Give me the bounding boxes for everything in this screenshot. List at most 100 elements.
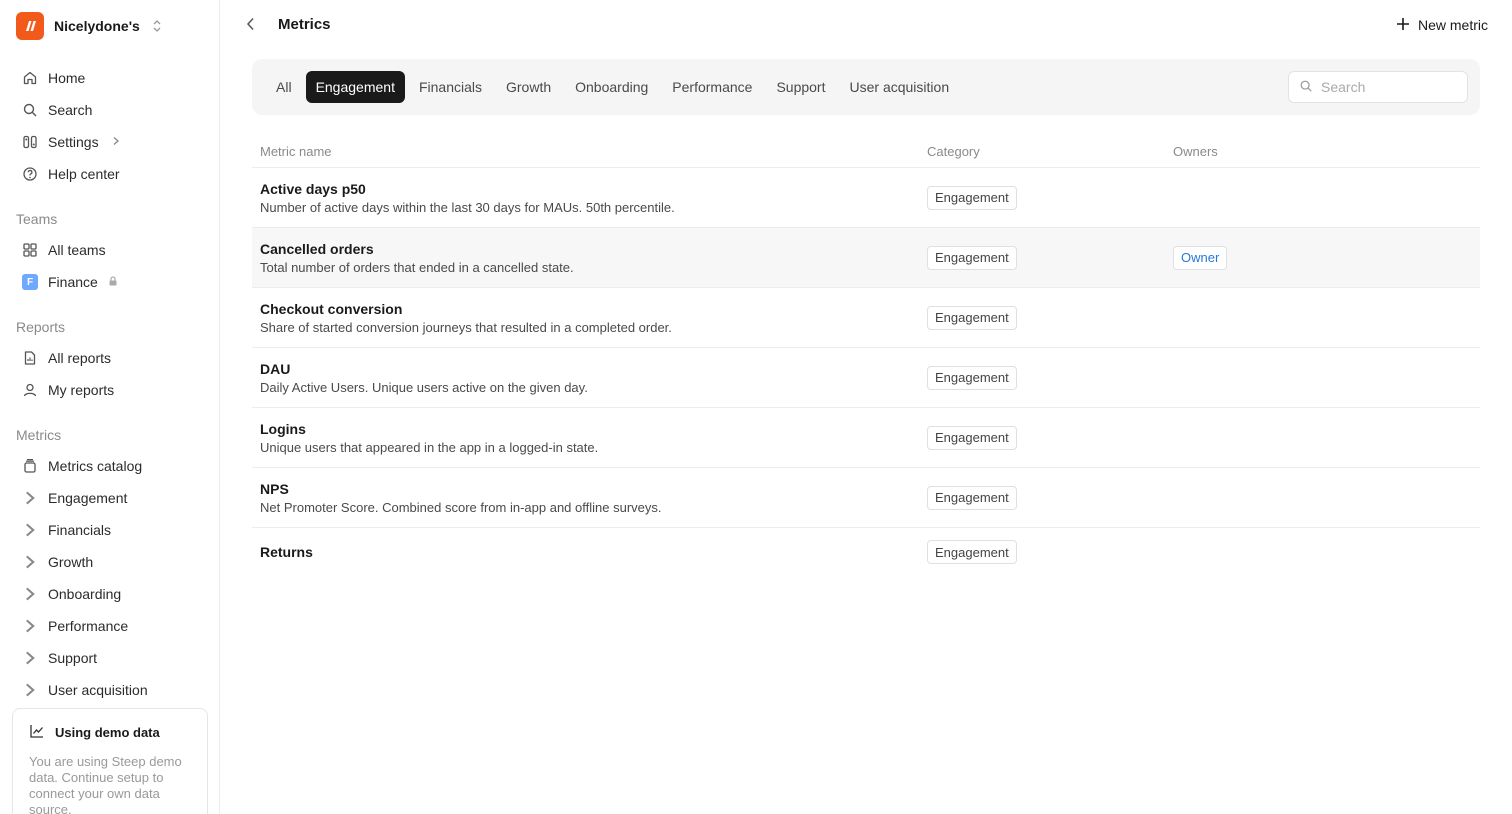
teams-section-label: Teams (16, 211, 58, 227)
back-button[interactable] (240, 14, 262, 36)
category-tab-bar: All Engagement Financials Growth Onboard… (252, 59, 1480, 115)
table-row[interactable]: Logins Unique users that appeared in the… (252, 408, 1480, 468)
metric-name: NPS (260, 480, 289, 497)
sidebar-item-financials[interactable]: Financials (12, 516, 208, 544)
owner-button[interactable]: Owner (1173, 245, 1228, 270)
sidebar-item-onboarding[interactable]: Onboarding (12, 580, 208, 608)
sidebar-item-label: Finance (48, 274, 98, 290)
sidebar-item-growth[interactable]: Growth (12, 548, 208, 576)
sidebar-item-search[interactable]: Search (12, 96, 208, 124)
demo-description: You are using Steep demo data. Continue … (29, 754, 182, 814)
sidebar-item-all-teams[interactable]: All teams (12, 236, 208, 264)
metric-name: Logins (260, 420, 306, 437)
sidebar-item-label: Support (48, 650, 98, 666)
chevron-right-icon (22, 618, 38, 634)
tab-onboarding[interactable]: Onboarding (565, 71, 658, 103)
sidebar-item-label: Growth (48, 554, 94, 570)
tab-support[interactable]: Support (766, 71, 835, 103)
category-badge: Engagement (927, 185, 1017, 210)
sidebar-item-finance[interactable]: F Finance (12, 268, 208, 296)
category-badge: Engagement (927, 540, 1017, 564)
table-row[interactable]: Cancelled orders Total number of orders … (252, 228, 1480, 288)
sidebar-item-metrics-catalog[interactable]: Metrics catalog (12, 452, 208, 480)
sidebar-item-label: Performance (48, 618, 129, 634)
tab-all[interactable]: All (266, 71, 302, 103)
page-title: Metrics (278, 16, 331, 33)
chevron-right-icon (22, 554, 38, 570)
search-input[interactable] (1321, 79, 1451, 95)
sidebar-item-my-reports[interactable]: My reports (12, 376, 208, 404)
main-content: Metrics New metric All Engagement Financ… (220, 0, 1512, 814)
sidebar-item-label: My reports (48, 382, 115, 398)
sidebar-item-label: Financials (48, 522, 112, 538)
table-row[interactable]: DAU Daily Active Users. Unique users act… (252, 348, 1480, 408)
metrics-table: Metric name Category Owners Active days … (252, 136, 1480, 576)
sidebar-item-label: Home (48, 70, 86, 86)
sidebar-item-settings[interactable]: Settings (12, 128, 208, 156)
reports-section-label: Reports (16, 319, 66, 335)
sidebar-item-label: Onboarding (48, 586, 122, 602)
tab-financials[interactable]: Financials (409, 71, 492, 103)
tab-growth[interactable]: Growth (496, 71, 561, 103)
chevron-right-icon (22, 490, 38, 506)
chevron-right-icon (22, 586, 38, 602)
metric-name: DAU (260, 360, 291, 377)
table-row[interactable]: Checkout conversion Share of started con… (252, 288, 1480, 348)
sidebar-item-home[interactable]: Home (12, 64, 208, 92)
column-header-category[interactable]: Category (927, 144, 1173, 159)
metrics-section-label: Metrics (16, 427, 62, 443)
sidebar-item-all-reports[interactable]: All reports (12, 344, 208, 372)
metric-description: Total number of orders that ended in a c… (260, 259, 574, 275)
table-row[interactable]: Active days p50 Number of active days wi… (252, 168, 1480, 228)
metric-description: Daily Active Users. Unique users active … (260, 379, 588, 395)
help-icon (22, 166, 38, 182)
workspace-switcher[interactable]: Nicelydone's (16, 12, 162, 40)
chevron-right-icon (22, 650, 38, 666)
tab-performance[interactable]: Performance (662, 71, 762, 103)
sidebar-item-engagement[interactable]: Engagement (12, 484, 208, 512)
category-badge: Engagement (927, 485, 1017, 510)
chevron-right-icon (22, 522, 38, 538)
category-badge: Engagement (927, 305, 1017, 330)
column-header-owners[interactable]: Owners (1173, 144, 1480, 159)
team-badge: F (22, 274, 38, 290)
search-box[interactable] (1288, 71, 1468, 103)
lock-icon (108, 275, 118, 289)
demo-title: Using demo data (55, 725, 160, 740)
chevron-left-icon (245, 17, 257, 34)
tab-engagement[interactable]: Engagement (305, 71, 405, 103)
category-badge: Engagement (927, 365, 1017, 390)
new-metric-label: New metric (1417, 17, 1488, 33)
search-icon (1299, 79, 1313, 96)
grid-icon (22, 242, 38, 258)
table-row[interactable]: NPS Net Promoter Score. Combined score f… (252, 468, 1480, 528)
settings-icon (22, 134, 38, 150)
sidebar-item-performance[interactable]: Performance (12, 612, 208, 640)
metric-name: Active days p50 (260, 180, 366, 197)
report-icon (22, 350, 38, 366)
table-row[interactable]: Returns Engagement (252, 528, 1480, 576)
user-icon (22, 382, 38, 398)
metric-name: Returns (260, 544, 313, 560)
sidebar-item-label: Help center (48, 166, 120, 182)
column-header-name[interactable]: Metric name (252, 144, 927, 159)
sidebar-item-user-acquisition[interactable]: User acquisition (12, 676, 208, 704)
metric-name: Cancelled orders (260, 240, 374, 257)
demo-data-card[interactable]: Using demo data You are using Steep demo… (12, 708, 208, 814)
sidebar-item-label: Engagement (48, 490, 128, 506)
app-logo-icon (16, 12, 44, 40)
sidebar: Nicelydone's Home Search Settings Help c… (0, 0, 220, 814)
catalog-icon (22, 458, 38, 474)
sidebar-item-help-center[interactable]: Help center (12, 160, 208, 188)
new-metric-button[interactable]: New metric (1396, 14, 1488, 36)
metric-description: Unique users that appeared in the app in… (260, 439, 599, 455)
chevron-right-icon (22, 682, 38, 698)
sidebar-item-label: Search (48, 102, 93, 118)
category-badge: Engagement (927, 245, 1017, 270)
sidebar-item-label: User acquisition (48, 682, 148, 698)
tab-user-acquisition[interactable]: User acquisition (840, 71, 960, 103)
workspace-name: Nicelydone's (54, 18, 140, 34)
plus-icon (1396, 17, 1410, 34)
line-chart-icon (29, 723, 45, 742)
sidebar-item-support[interactable]: Support (12, 644, 208, 672)
